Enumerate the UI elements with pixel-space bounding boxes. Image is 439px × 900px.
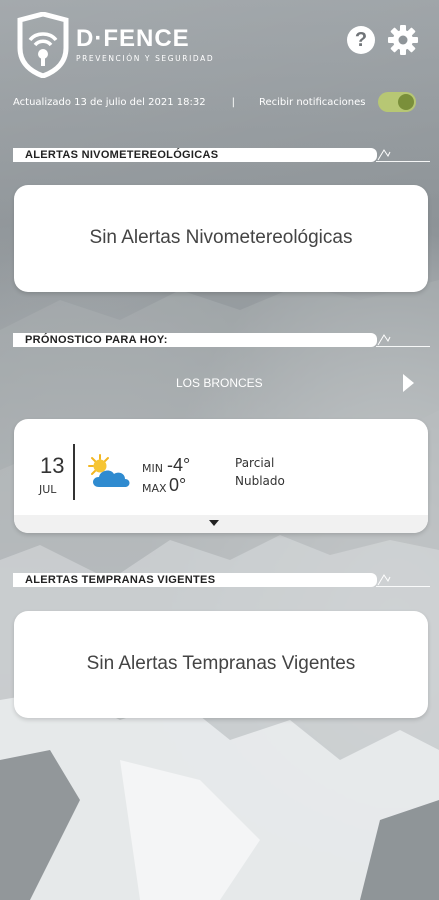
snow-alerts-message: Sin Alertas Nivometereológicas <box>89 227 353 248</box>
last-updated-text: Actualizado 13 de julio del 2021 18:32 <box>13 96 206 108</box>
min-temp-label: MIN <box>142 462 163 475</box>
forecast-card[interactable]: 13 JUL MIN -4° MAX 0° Parcial Nublado <box>14 419 428 533</box>
status-row: Actualizado 13 de julio del 2021 18:32 |… <box>13 92 423 112</box>
partly-cloudy-icon <box>88 454 130 487</box>
section-header-tail <box>377 334 391 346</box>
forecast-expand-bar[interactable] <box>14 515 428 533</box>
min-temp-value: -4° <box>167 455 191 475</box>
section-header-forecast: PRÓNOSTICO PARA HOY: <box>13 333 377 347</box>
condition-line-2: Nublado <box>235 474 285 488</box>
notifications-label: Recibir notificaciones <box>258 96 366 108</box>
section-header-snow-alerts: ALERTAS NIVOMETEREOLÓGICAS <box>13 148 377 162</box>
forecast-divider <box>73 444 75 500</box>
condition-line-1: Parcial <box>235 456 275 470</box>
toggle-knob <box>397 94 414 110</box>
snow-alerts-card[interactable]: Sin Alertas Nivometereológicas <box>14 185 428 292</box>
notifications-toggle[interactable] <box>377 92 416 112</box>
max-temp-label: MAX <box>142 482 167 495</box>
section-header-early-alerts: ALERTAS TEMPRANAS VIGENTES <box>13 573 377 587</box>
gear-icon[interactable] <box>387 24 419 56</box>
max-temp-value: 0° <box>169 475 187 495</box>
location-name: LOS BRONCES <box>176 376 263 390</box>
chevron-down-icon <box>209 520 219 526</box>
section-title: ALERTAS TEMPRANAS VIGENTES <box>25 574 216 586</box>
section-header-tail <box>377 149 391 161</box>
question-circle-icon: ? <box>354 29 368 51</box>
help-button[interactable]: ? <box>347 26 375 54</box>
forecast-day: 13 <box>40 453 65 478</box>
section-title: PRÓNOSTICO PARA HOY: <box>25 334 168 346</box>
shield-wifi-icon <box>17 12 69 78</box>
brand-tagline: PREVENCIÓN Y SEGURIDAD <box>76 54 215 63</box>
early-alerts-card[interactable]: Sin Alertas Tempranas Vigentes <box>14 611 428 718</box>
app-logo: D·FENCE PREVENCIÓN Y SEGURIDAD <box>16 12 214 78</box>
section-title: ALERTAS NIVOMETEREOLÓGICAS <box>25 149 219 161</box>
brand-name: D·FENCE <box>76 25 190 52</box>
early-alerts-message: Sin Alertas Tempranas Vigentes <box>86 653 356 674</box>
next-location-arrow-icon[interactable] <box>403 374 414 392</box>
section-header-tail <box>377 574 391 586</box>
forecast-month: JUL <box>39 483 57 496</box>
status-separator: | <box>231 96 235 108</box>
